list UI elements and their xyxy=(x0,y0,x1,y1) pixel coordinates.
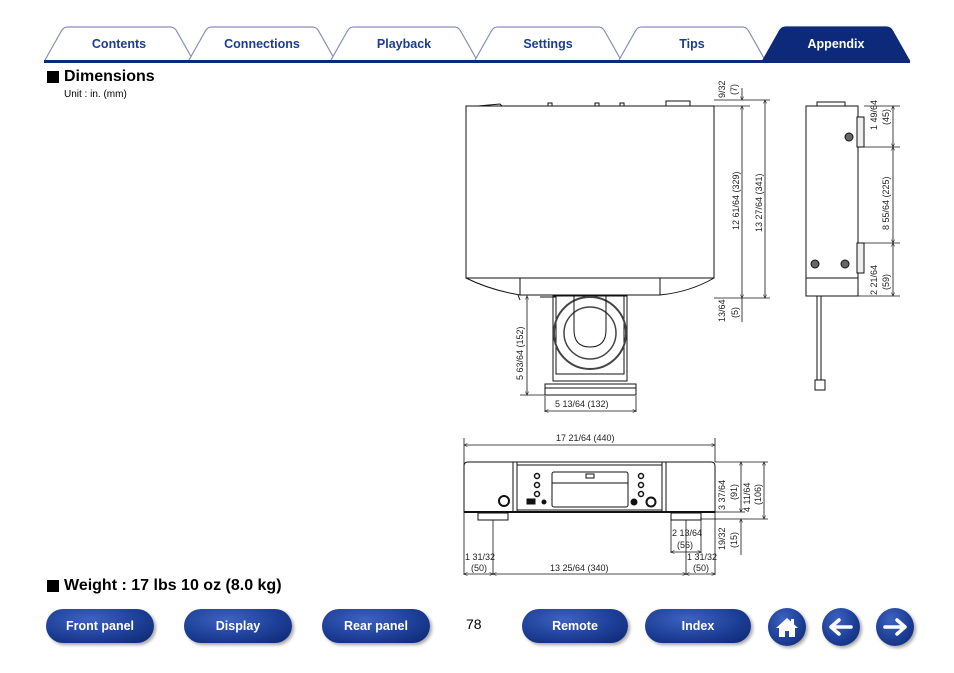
dim-total-height-2: (106) xyxy=(753,484,763,505)
front-view-labels: 17 21/64 (440) 3 37/64 (91) 4 11/64 (106… xyxy=(465,433,763,573)
forward-button[interactable] xyxy=(876,608,914,646)
dim-foot-spacing: 13 25/64 (340) xyxy=(550,563,609,573)
dim-rear-2: (7) xyxy=(729,84,739,95)
side-view xyxy=(805,101,900,391)
top-view xyxy=(465,88,770,412)
arrow-left-icon xyxy=(829,618,853,636)
side-view-body xyxy=(805,105,859,279)
dim-rear-1: 9/32 xyxy=(717,80,727,98)
dim-foot-width-1: 2 13/64 xyxy=(672,528,702,538)
disc-tray xyxy=(544,295,637,396)
display-button[interactable]: Display xyxy=(184,609,292,643)
dim-left-offset-2: (50) xyxy=(471,563,487,573)
dim-right-offset-2: (50) xyxy=(693,563,709,573)
dim-tray-extension: 5 63/64 (152) xyxy=(515,326,525,380)
dimension-drawings: 9/32 (7) 12 61/64 (329) 13 27/64 (341) 1… xyxy=(463,80,900,673)
rear-panel-button[interactable]: Rear panel xyxy=(322,609,430,643)
side-view-labels: 1 49/64 (45) 8 55/64 (225) 2 21/64 (59) xyxy=(869,100,891,295)
dim-front-2: (5) xyxy=(730,307,740,318)
dim-foot-height-2: (15) xyxy=(729,532,739,548)
home-button[interactable] xyxy=(768,608,806,646)
dim-side-top-2: (45) xyxy=(881,109,891,125)
dim-side-top-1: 1 49/64 xyxy=(869,100,879,130)
dim-total-height-1: 4 11/64 xyxy=(742,483,752,512)
dim-side-spacing: 8 55/64 (225) xyxy=(881,176,891,230)
dim-depth-body: 12 61/64 (329) xyxy=(731,171,741,230)
dim-left-offset-1: 1 31/32 xyxy=(465,552,495,562)
page-number: 78 xyxy=(466,616,482,632)
front-panel-button[interactable]: Front panel xyxy=(46,609,154,643)
dim-side-bottom-1: 2 21/64 xyxy=(869,265,879,295)
dim-body-height-2: (91) xyxy=(729,484,739,500)
dim-side-bottom-2: (59) xyxy=(881,274,891,290)
home-icon xyxy=(776,618,798,637)
dim-foot-width-2: (56) xyxy=(677,540,693,550)
top-view-labels: 9/32 (7) 12 61/64 (329) 13 27/64 (341) 1… xyxy=(515,80,764,409)
index-button[interactable]: Index xyxy=(645,609,751,643)
back-button[interactable] xyxy=(822,608,860,646)
dim-foot-height-1: 19/32 xyxy=(717,527,727,550)
remote-button[interactable]: Remote xyxy=(522,609,628,643)
dim-front-1: 13/64 xyxy=(717,299,727,322)
arrow-right-icon xyxy=(883,618,907,636)
dim-width: 17 21/64 (440) xyxy=(556,433,615,443)
dim-right-offset-1: 1 31/32 xyxy=(687,552,717,562)
top-view-body xyxy=(465,105,715,279)
dim-depth-total: 13 27/64 (341) xyxy=(754,173,764,232)
dim-tray-width: 5 13/64 (132) xyxy=(555,399,609,409)
dim-body-height-1: 3 37/64 xyxy=(717,480,727,510)
